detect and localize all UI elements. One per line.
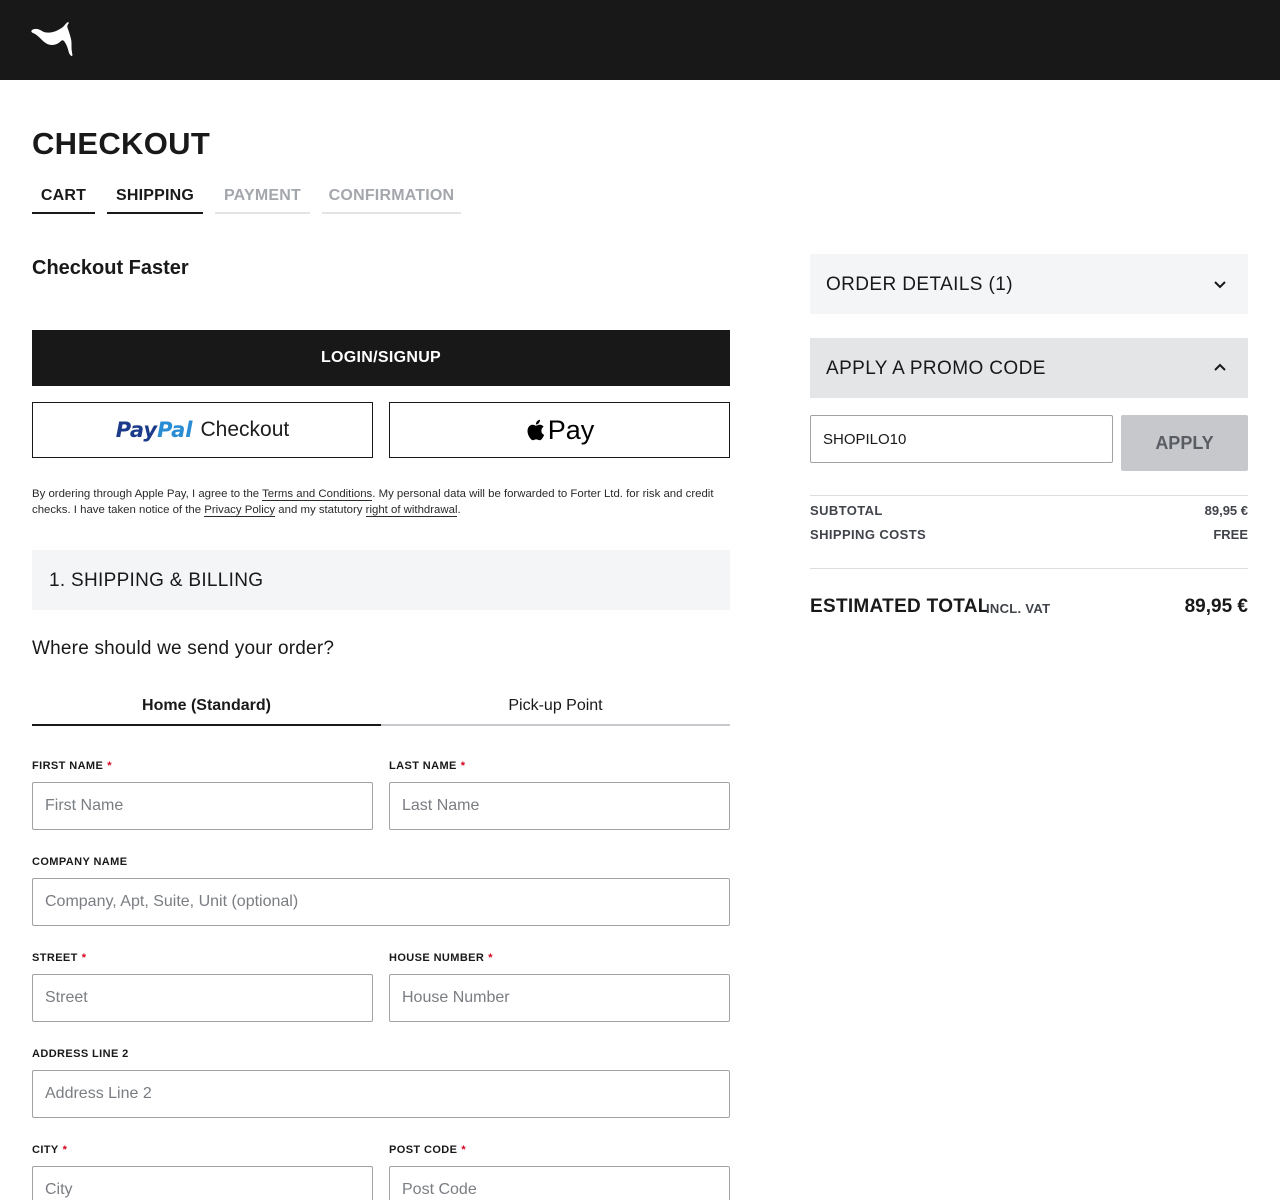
paypal-checkout-button[interactable]: PayPal Checkout xyxy=(32,402,373,458)
first-name-label-text: FIRST NAME xyxy=(32,760,104,772)
divider xyxy=(810,568,1248,569)
estimated-total-label: ESTIMATED TOTAL xyxy=(810,596,990,617)
first-name-label: FIRST NAME * xyxy=(32,760,112,772)
legal-text-3: and my statutory xyxy=(275,504,366,516)
promo-code-accordion[interactable]: APPLY A PROMO CODE xyxy=(810,338,1248,398)
legal-text-1: By ordering through Apple Pay, I agree t… xyxy=(32,488,263,500)
address-line-2-label: ADDRESS LINE 2 xyxy=(32,1048,129,1060)
apple-pay-button[interactable]: Pay xyxy=(389,402,730,458)
apply-promo-button[interactable]: APPLY xyxy=(1121,415,1248,471)
post-code-label: POST CODE * xyxy=(389,1144,466,1156)
paypal-checkout-label: Checkout xyxy=(200,418,290,441)
required-marker: * xyxy=(460,760,466,772)
step-shipping[interactable]: SHIPPING xyxy=(107,184,203,214)
checkout-faster-heading: Checkout Faster xyxy=(32,257,189,279)
promo-code-label: APPLY A PROMO CODE xyxy=(826,358,1046,379)
terms-link[interactable]: Terms and Conditions xyxy=(262,488,373,501)
last-name-label: LAST NAME * xyxy=(389,760,465,772)
first-name-field[interactable] xyxy=(32,782,373,830)
shipping-costs-label: SHIPPING COSTS xyxy=(810,527,927,542)
last-name-label-text: LAST NAME xyxy=(389,760,457,772)
required-marker: * xyxy=(81,952,87,964)
estimated-total-value: 89,95 € xyxy=(1184,596,1248,617)
chevron-up-icon xyxy=(1214,363,1226,371)
city-field[interactable] xyxy=(32,1166,373,1200)
subtotal-value: 89,95 € xyxy=(1204,503,1248,518)
privacy-policy-link[interactable]: Privacy Policy xyxy=(204,504,276,517)
incl-vat-note: INCL. VAT xyxy=(986,601,1051,616)
page-title: CHECKOUT xyxy=(32,126,211,161)
paypal-logo-pay: Pay xyxy=(115,418,158,442)
subtotal-label: SUBTOTAL xyxy=(810,503,883,518)
top-header xyxy=(0,0,1280,80)
paypal-logo-pal: Pal xyxy=(157,418,193,442)
divider xyxy=(810,495,1248,496)
post-code-field[interactable] xyxy=(389,1166,730,1200)
required-marker: * xyxy=(461,1144,467,1156)
order-details-label: ORDER DETAILS (1) xyxy=(826,274,1013,295)
promo-code-input[interactable] xyxy=(810,415,1113,463)
city-label: CITY * xyxy=(32,1144,67,1156)
puma-logo-icon[interactable] xyxy=(30,21,74,57)
apple-icon xyxy=(527,419,544,441)
house-number-label-text: HOUSE NUMBER xyxy=(389,952,485,964)
chevron-down-icon xyxy=(1214,281,1226,289)
address-line-2-field[interactable] xyxy=(32,1070,730,1118)
apple-pay-label: Pay xyxy=(547,414,595,445)
house-number-label: HOUSE NUMBER * xyxy=(389,952,493,964)
last-name-field[interactable] xyxy=(389,782,730,830)
company-name-field[interactable] xyxy=(32,878,730,926)
withdrawal-link[interactable]: right of withdrawal xyxy=(365,504,458,517)
tab-home-standard[interactable]: Home (Standard) xyxy=(32,688,381,726)
step-cart[interactable]: CART xyxy=(32,184,95,214)
login-signup-button[interactable]: LOGIN/SIGNUP xyxy=(32,330,730,386)
city-label-text: CITY xyxy=(32,1144,59,1156)
house-number-field[interactable] xyxy=(389,974,730,1022)
apple-pay-legal-text: By ordering through Apple Pay, I agree t… xyxy=(32,486,732,518)
shipping-costs-value: FREE xyxy=(1213,527,1248,542)
required-marker: * xyxy=(62,1144,68,1156)
section-title: 1. SHIPPING & BILLING xyxy=(49,570,264,591)
paypal-logo: PayPal xyxy=(116,418,193,442)
street-label: STREET * xyxy=(32,952,86,964)
required-marker: * xyxy=(107,760,112,772)
delivery-question: Where should we send your order? xyxy=(32,638,335,659)
order-details-accordion[interactable]: ORDER DETAILS (1) xyxy=(810,254,1248,314)
company-name-label: COMPANY NAME xyxy=(32,856,128,868)
post-code-label-text: POST CODE xyxy=(389,1144,458,1156)
street-field[interactable] xyxy=(32,974,373,1022)
shipping-billing-section-header: 1. SHIPPING & BILLING xyxy=(32,550,730,610)
street-label-text: STREET xyxy=(32,952,78,964)
legal-text-4: . xyxy=(457,504,461,516)
step-confirmation: CONFIRMATION xyxy=(322,184,461,214)
tab-pickup-point[interactable]: Pick-up Point xyxy=(381,688,730,726)
required-marker: * xyxy=(488,952,493,964)
step-payment: PAYMENT xyxy=(215,184,310,214)
